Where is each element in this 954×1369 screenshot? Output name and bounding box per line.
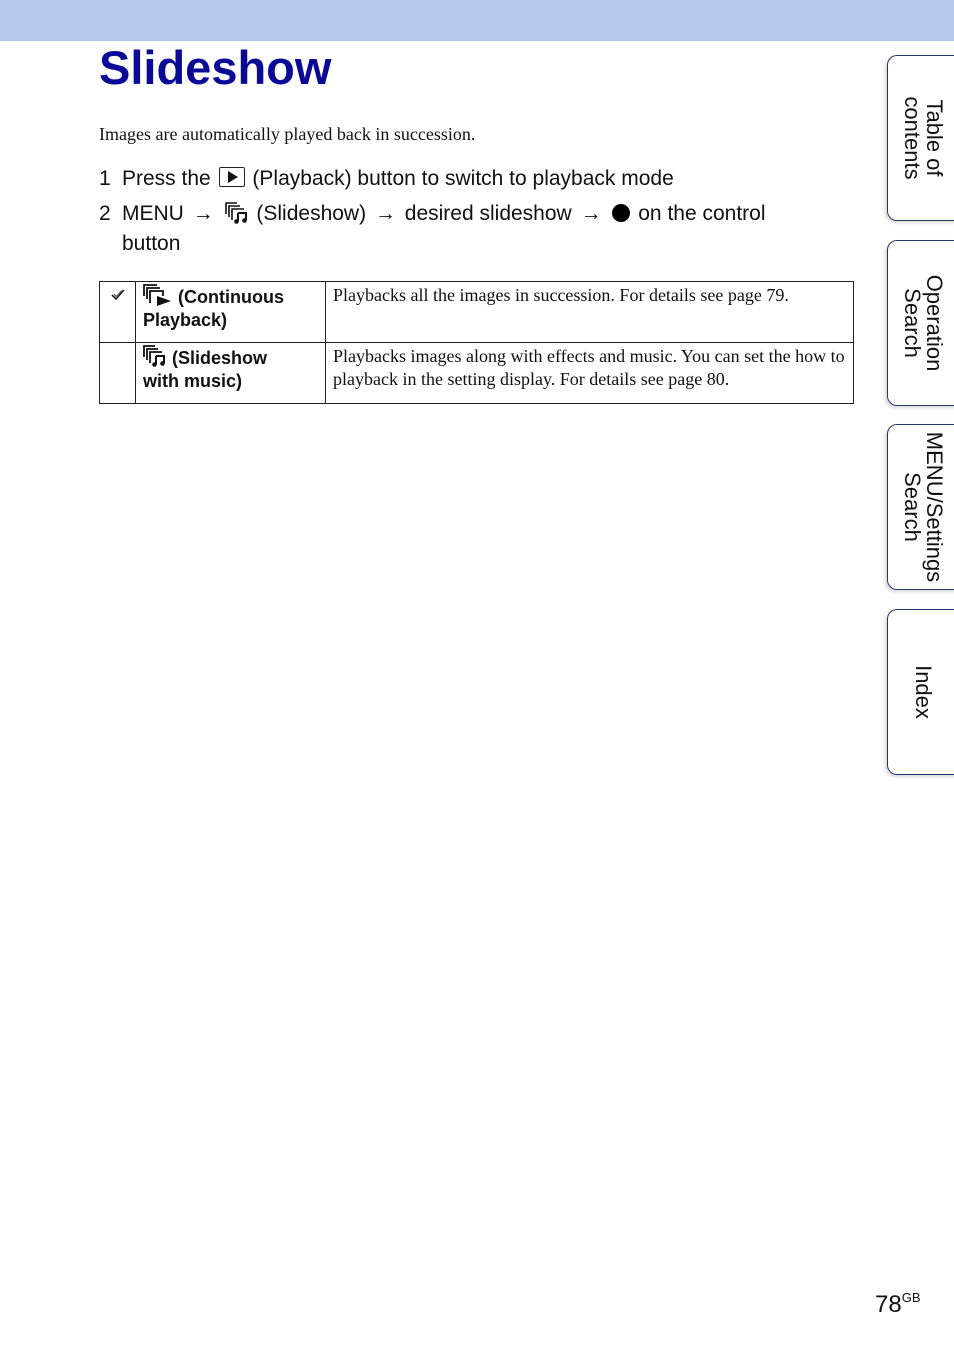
- table-row: (Continuous Playback) Playbacks all the …: [99, 281, 854, 343]
- step-text: Press the: [122, 167, 211, 190]
- intro-text: Images are automatically played back in …: [99, 124, 476, 144]
- option-name-line1: (Continuous: [178, 287, 284, 307]
- option-name-line2: Playback): [143, 310, 228, 330]
- playback-icon: [218, 167, 245, 187]
- page-number-value: 78: [875, 1291, 902, 1318]
- tab-label: Index: [911, 665, 936, 719]
- step-1: 1 Press the (Playback) button to switch t…: [99, 164, 674, 194]
- step-2: 2 MENU → (Slideshow) → desired slideshow …: [99, 199, 819, 259]
- tab-label: Table of contents: [900, 96, 947, 180]
- filled-circle-icon: [612, 204, 631, 222]
- arrow-icon: →: [580, 202, 602, 225]
- continuous-playback-icon: [143, 284, 171, 306]
- slideshow-label: (Slideshow): [256, 202, 367, 225]
- option-name: (Continuous Playback): [135, 281, 326, 343]
- options-table: (Continuous Playback) Playbacks all the …: [99, 281, 854, 404]
- desired-slideshow-text: desired slideshow: [404, 202, 572, 225]
- step-text-continued: button: [122, 232, 181, 255]
- menu-label: MENU: [122, 202, 184, 225]
- slideshow-icon: [224, 202, 247, 224]
- page-title: Slideshow: [99, 41, 332, 94]
- tab-menu-settings-search[interactable]: MENU/Settings Search: [887, 424, 954, 590]
- option-description: Playbacks images along with effects and …: [325, 342, 854, 404]
- option-name-line2: with music): [143, 371, 243, 391]
- page-number: 78GB: [875, 1290, 921, 1319]
- tab-index[interactable]: Index: [887, 609, 954, 775]
- page-number-suffix: GB: [901, 1290, 921, 1305]
- step-number: 2: [99, 202, 111, 225]
- tab-label: Operation Search: [900, 274, 947, 372]
- arrow-icon: →: [374, 202, 396, 225]
- option-name: (Slideshow with music): [135, 342, 326, 404]
- tab-label: MENU/Settings Search: [900, 431, 947, 583]
- header-band: [0, 0, 954, 41]
- arrow-icon: →: [192, 202, 214, 225]
- step-text: (Playback) button to switch to playback …: [252, 167, 674, 190]
- check-icon: [110, 289, 125, 301]
- table-row: (Slideshow with music) Playbacks images …: [99, 342, 854, 404]
- slideshow-music-icon: [143, 345, 165, 367]
- tab-operation-search[interactable]: Operation Search: [887, 240, 954, 406]
- default-cell: [99, 342, 136, 404]
- option-name-line1: (Slideshow: [172, 348, 268, 368]
- default-cell: [99, 281, 136, 343]
- step-text: on the control: [638, 202, 766, 225]
- tab-table-of-contents[interactable]: Table of contents: [887, 55, 954, 221]
- option-description: Playbacks all the images in succession. …: [325, 281, 854, 343]
- step-number: 1: [99, 167, 111, 190]
